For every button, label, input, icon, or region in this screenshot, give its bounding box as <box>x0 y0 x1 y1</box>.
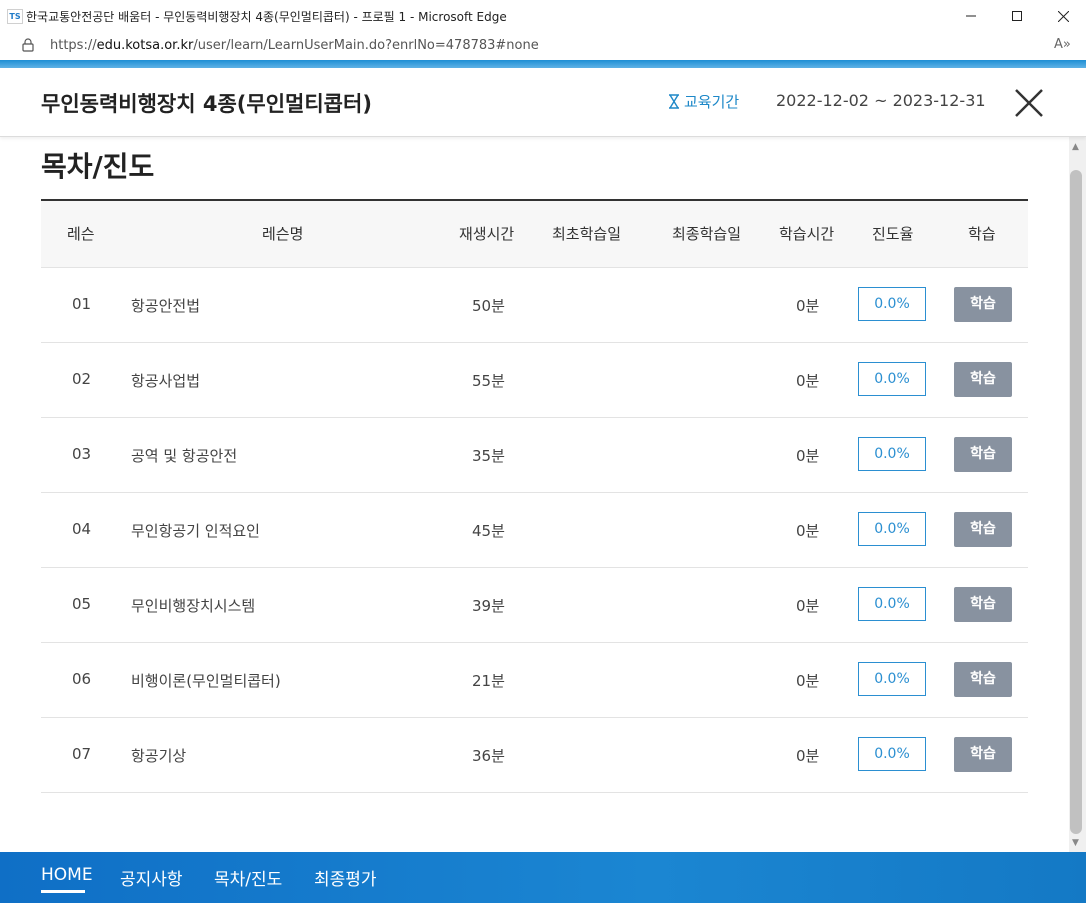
table-row: 07 항공기상 36분 0분 0.0% 학습 <box>41 718 1028 793</box>
window-title: 한국교통안전공단 배움터 - 무인동력비행장치 4종(무인멀티콥터) - 프로필… <box>26 10 507 24</box>
learn-button[interactable]: 학습 <box>954 587 1012 622</box>
lesson-name: 무인비행장치시스템 <box>131 597 256 615</box>
lesson-duration: 21분 <box>472 672 505 690</box>
progress-badge: 0.0% <box>858 662 926 696</box>
close-icon <box>1057 10 1069 22</box>
column-header-last-date: 최종학습일 <box>672 225 742 243</box>
top-accent-stripe <box>0 60 1086 68</box>
period-label: 교육기간 <box>668 91 739 112</box>
lesson-name: 항공기상 <box>131 747 187 765</box>
lesson-duration: 45분 <box>472 522 505 540</box>
nav-item-contents-progress[interactable]: 목차/진도 <box>214 865 282 890</box>
course-title: 무인동력비행장치 4종(무인멀티콥터) <box>41 92 372 116</box>
table-row: 01 항공안전법 50분 0분 0.0% 학습 <box>41 268 1028 343</box>
lesson-study-time: 0분 <box>796 747 820 765</box>
lesson-number: 05 <box>72 595 92 613</box>
bottom-navigation: HOME 공지사항 목차/진도 최종평가 <box>0 852 1086 903</box>
learn-button[interactable]: 학습 <box>954 662 1012 697</box>
lesson-name: 공역 및 항공안전 <box>131 447 238 465</box>
lesson-name: 항공사업법 <box>131 372 201 390</box>
table-row: 03 공역 및 항공안전 35분 0분 0.0% 학습 <box>41 418 1028 493</box>
learning-page: 무인동력비행장치 4종(무인멀티콥터) 교육기간 2022-12-02 ~ 20… <box>0 60 1086 903</box>
progress-badge: 0.0% <box>858 287 926 321</box>
lesson-study-time: 0분 <box>796 672 820 690</box>
progress-badge: 0.0% <box>858 362 926 396</box>
table-row: 02 항공사업법 55분 0분 0.0% 학습 <box>41 343 1028 418</box>
progress-badge: 0.0% <box>858 512 926 546</box>
address-bar[interactable]: https://edu.kotsa.or.kr/user/learn/Learn… <box>0 32 1086 60</box>
maximize-button[interactable] <box>994 0 1040 32</box>
lesson-duration: 36분 <box>472 747 505 765</box>
course-header: 무인동력비행장치 4종(무인멀티콥터) 교육기간 2022-12-02 ~ 20… <box>0 68 1086 137</box>
lesson-study-time: 0분 <box>796 372 820 390</box>
nav-active-indicator <box>41 890 85 893</box>
column-header-learn: 학습 <box>968 225 996 243</box>
lesson-number: 02 <box>72 370 92 388</box>
column-header-progress: 진도율 <box>872 225 914 243</box>
browser-titlebar: TS 한국교통안전공단 배움터 - 무인동력비행장치 4종(무인멀티콥터) - … <box>0 0 1086 33</box>
close-icon[interactable] <box>1012 86 1046 120</box>
lesson-number: 06 <box>72 670 92 688</box>
lesson-number: 04 <box>72 520 92 538</box>
read-aloud-icon[interactable]: A» <box>1054 37 1071 52</box>
lesson-table: 레슨 레슨명 재생시간 최초학습일 최종학습일 학습시간 진도율 학습 01 항… <box>41 199 1028 793</box>
lesson-number: 01 <box>72 295 92 313</box>
lesson-number: 03 <box>72 445 92 463</box>
learn-button[interactable]: 학습 <box>954 737 1012 772</box>
lesson-duration: 55분 <box>472 372 505 390</box>
table-row: 05 무인비행장치시스템 39분 0분 0.0% 학습 <box>41 568 1028 643</box>
section-title: 목차/진도 <box>41 150 155 183</box>
table-row: 06 비행이론(무인멀티콥터) 21분 0분 0.0% 학습 <box>41 643 1028 718</box>
progress-badge: 0.0% <box>858 437 926 471</box>
lesson-name: 무인항공기 인적요인 <box>131 522 260 540</box>
scroll-down-arrow-icon[interactable]: ▼ <box>1072 838 1079 848</box>
maximize-icon <box>1012 11 1022 21</box>
column-header-duration: 재생시간 <box>459 225 515 243</box>
lock-icon <box>22 38 34 52</box>
column-header-first-date: 최초학습일 <box>552 225 622 243</box>
learn-button[interactable]: 학습 <box>954 437 1012 472</box>
progress-badge: 0.0% <box>858 587 926 621</box>
column-header-lesson-name: 레슨명 <box>262 225 304 243</box>
minimize-icon <box>966 15 976 17</box>
period-value: 2022-12-02 ~ 2023-12-31 <box>776 91 986 110</box>
site-favicon: TS <box>7 9 23 24</box>
table-row: 04 무인항공기 인적요인 45분 0분 0.0% 학습 <box>41 493 1028 568</box>
learn-button[interactable]: 학습 <box>954 287 1012 322</box>
lesson-duration: 50분 <box>472 297 505 315</box>
close-window-button[interactable] <box>1040 0 1086 32</box>
learn-button[interactable]: 학습 <box>954 512 1012 547</box>
scrollbar-thumb[interactable] <box>1070 170 1082 834</box>
column-header-lesson: 레슨 <box>67 225 95 243</box>
nav-item-final-exam[interactable]: 최종평가 <box>314 865 377 890</box>
lesson-name: 항공안전법 <box>131 297 201 315</box>
nav-item-notice[interactable]: 공지사항 <box>120 865 183 890</box>
lesson-name: 비행이론(무인멀티콥터) <box>131 672 281 690</box>
table-header: 레슨 레슨명 재생시간 최초학습일 최종학습일 학습시간 진도율 학습 <box>41 199 1028 268</box>
column-header-study-time: 학습시간 <box>779 225 835 243</box>
lesson-study-time: 0분 <box>796 597 820 615</box>
lesson-study-time: 0분 <box>796 447 820 465</box>
minimize-button[interactable] <box>948 0 994 32</box>
learn-button[interactable]: 학습 <box>954 362 1012 397</box>
scroll-up-arrow-icon[interactable]: ▲ <box>1072 142 1079 152</box>
lesson-study-time: 0분 <box>796 297 820 315</box>
lesson-number: 07 <box>72 745 92 763</box>
hourglass-icon <box>669 94 679 109</box>
nav-item-home[interactable]: HOME <box>41 865 93 885</box>
progress-badge: 0.0% <box>858 737 926 771</box>
lesson-duration: 39분 <box>472 597 505 615</box>
lesson-study-time: 0분 <box>796 522 820 540</box>
url-text[interactable]: https://edu.kotsa.or.kr/user/learn/Learn… <box>50 38 539 53</box>
lesson-duration: 35분 <box>472 447 505 465</box>
